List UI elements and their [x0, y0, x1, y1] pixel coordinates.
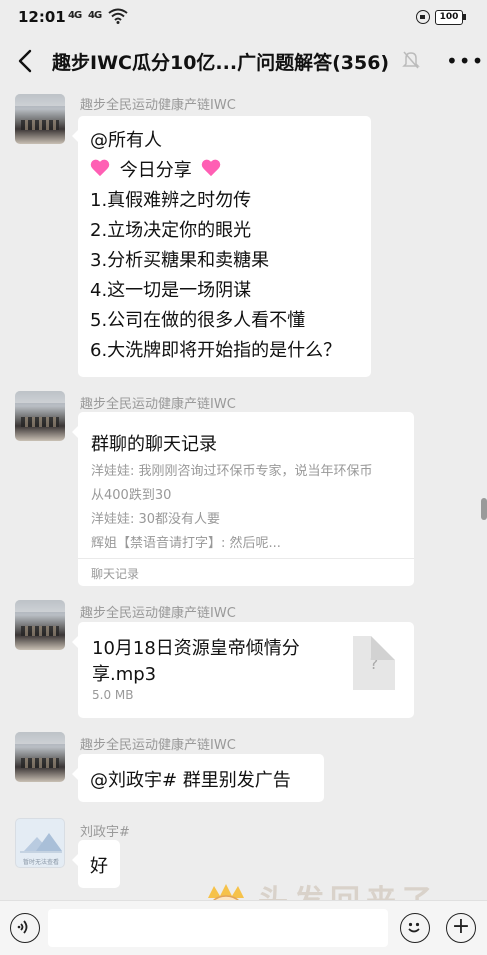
message-text: 好: [90, 856, 108, 877]
voice-icon: [17, 920, 28, 934]
message-input-bar: +: [0, 900, 487, 955]
message-bubble[interactable]: 好: [72, 840, 120, 888]
status-bar: 12:01 4G 4G 100: [0, 0, 487, 36]
file-message-card[interactable]: 10月18日资源皇帝倾情分享.mp3 5.0 MB ?: [72, 622, 414, 718]
signal-icon: 4G: [68, 10, 82, 21]
sender-name: 趣步全民运动健康产链IWC: [80, 397, 236, 412]
message-line: 6.大洗牌即将开始指的是什么？: [90, 340, 342, 361]
chat-record-card[interactable]: 群聊的聊天记录 洋娃娃: 我刚刚咨询过环保币专家，说当年环保币 从400跌到30…: [72, 412, 414, 586]
message-bubble-announcement[interactable]: @所有人 今日分享 1.真假难辨之时勿传 2.立场决定你的眼光 3.分析买糖果和…: [72, 116, 371, 377]
rotation-lock-icon: [416, 10, 430, 24]
chat-message-list[interactable]: 趣步全民运动健康产链IWC @所有人 今日分享 1.真假难辨之时勿传 2.立场决…: [0, 86, 487, 894]
message-bubble[interactable]: @刘政宇# 群里别发广告: [72, 754, 324, 802]
message-text-input[interactable]: [48, 909, 388, 947]
emoji-button[interactable]: [400, 913, 430, 943]
chat-record-line: 洋娃娃: 我刚刚咨询过环保币专家，说当年环保币: [91, 464, 373, 479]
file-size: 5.0 MB: [92, 688, 134, 702]
mute-bell-icon: [402, 51, 420, 69]
wifi-icon: [108, 8, 128, 24]
sender-avatar[interactable]: [15, 600, 65, 650]
chat-record-title: 群聊的聊天记录: [91, 434, 217, 455]
chat-record-line: 辉姐【禁语音请打字】: 然后呢...: [91, 536, 281, 551]
scrollbar-thumb[interactable]: [481, 498, 487, 520]
avatar-caption: 暂时无法查看: [22, 859, 59, 866]
more-options-icon[interactable]: •••: [446, 51, 484, 71]
battery-icon: 100: [435, 10, 463, 25]
card-divider: [78, 558, 414, 559]
chat-header: 趣步IWC瓜分10亿...广问题解答(356) •••: [0, 36, 487, 86]
unknown-file-icon: ?: [353, 636, 395, 690]
sender-avatar[interactable]: [15, 94, 65, 144]
signal-icon-2: 4G: [88, 10, 102, 21]
message-line: 5.公司在做的很多人看不懂: [90, 310, 306, 331]
sender-name: 趣步全民运动健康产链IWC: [80, 738, 236, 753]
chat-title: 趣步IWC瓜分10亿...广问题解答(356): [52, 52, 390, 74]
message-line: 2.立场决定你的眼光: [90, 220, 252, 241]
chat-record-line: 从400跌到30: [91, 488, 172, 503]
message-line: 3.分析买糖果和卖糖果: [90, 250, 270, 271]
chat-record-line: 洋娃娃: 30都没有人要: [91, 512, 221, 527]
back-arrow-icon[interactable]: [12, 46, 40, 76]
message-line: 1.真假难辨之时勿传: [90, 190, 252, 211]
file-name: 10月18日资源皇帝倾情分享.mp3: [92, 638, 300, 685]
battery-tip: [463, 14, 466, 20]
plus-button[interactable]: +: [446, 913, 476, 943]
message-line: @所有人: [90, 130, 162, 151]
plus-icon: +: [451, 914, 471, 939]
sender-name: 刘政宇#: [80, 825, 130, 840]
chat-record-footer: 聊天记录: [91, 567, 140, 581]
status-time: 12:01: [18, 8, 66, 26]
sender-avatar[interactable]: [15, 732, 65, 782]
sparkle-heart-icon: [201, 160, 221, 178]
sender-avatar[interactable]: [15, 391, 65, 441]
message-line: 4.这一切是一场阴谋: [90, 280, 252, 301]
message-text: @刘政宇# 群里别发广告: [90, 770, 291, 791]
sparkle-heart-icon: [90, 160, 110, 178]
message-line-share: 今日分享: [90, 156, 359, 186]
emoji-icon: [408, 922, 420, 933]
sender-name: 趣步全民运动健康产链IWC: [80, 606, 236, 621]
sender-name: 趣步全民运动健康产链IWC: [80, 98, 236, 113]
voice-button[interactable]: [10, 913, 40, 943]
sender-avatar-default[interactable]: 暂时无法查看: [15, 818, 65, 868]
